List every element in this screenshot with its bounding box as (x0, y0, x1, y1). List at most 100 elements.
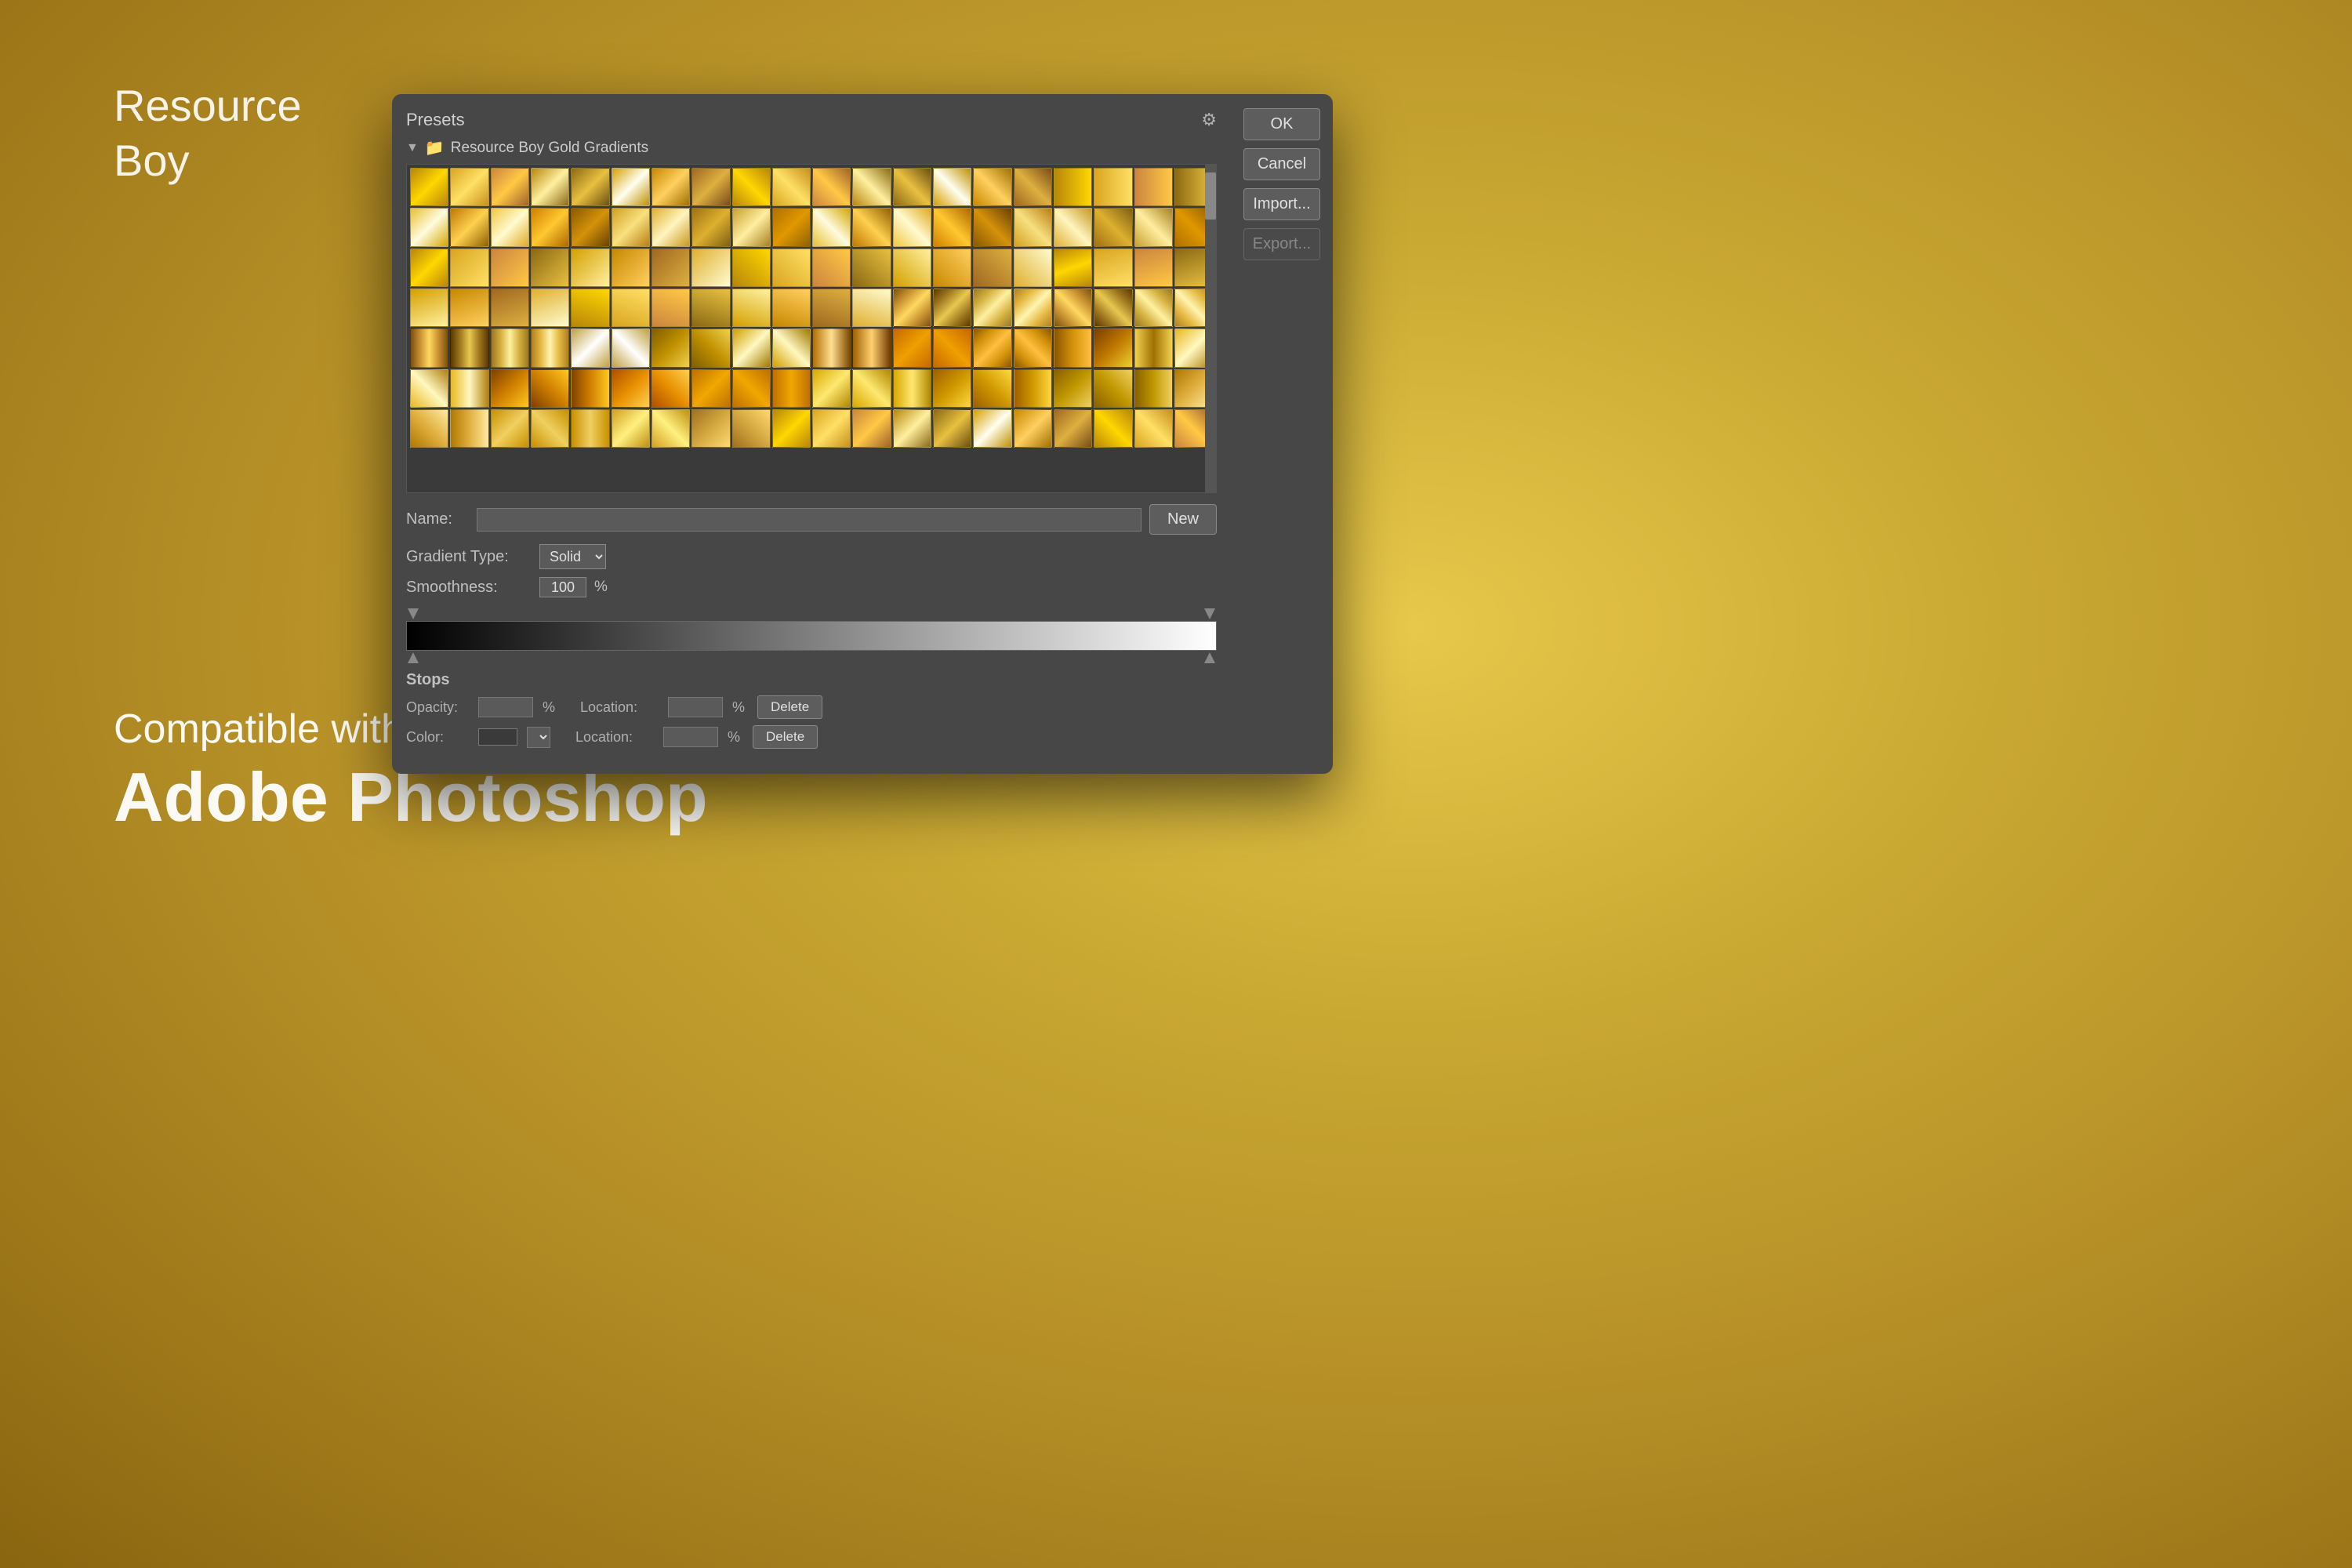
gradient-cell[interactable] (691, 369, 730, 408)
gradient-cell[interactable] (812, 249, 851, 287)
gradient-cell[interactable] (491, 249, 529, 287)
gradient-cell[interactable] (571, 369, 609, 408)
bottom-handle-left[interactable] (408, 652, 419, 663)
gradient-cell[interactable] (893, 168, 931, 206)
gradient-cell[interactable] (1094, 289, 1132, 327)
gradient-cell[interactable] (1134, 208, 1173, 246)
gradient-cell[interactable] (1014, 249, 1052, 287)
gradient-cell[interactable] (652, 208, 690, 246)
gradient-cell[interactable] (1054, 208, 1092, 246)
gradient-cell[interactable] (772, 249, 811, 287)
gradient-cell[interactable] (933, 168, 971, 206)
gradient-cell[interactable] (450, 168, 488, 206)
gradient-cell[interactable] (1094, 208, 1132, 246)
gradient-cell[interactable] (1134, 289, 1173, 327)
gradient-cell[interactable] (1054, 409, 1092, 448)
name-input[interactable] (477, 508, 1142, 532)
gradient-cell[interactable] (772, 369, 811, 408)
gradient-cell[interactable] (933, 289, 971, 327)
grid-scrollbar[interactable] (1205, 165, 1216, 492)
gradient-cell[interactable] (973, 249, 1011, 287)
gradient-cell[interactable] (571, 328, 609, 367)
gradient-cell[interactable] (691, 328, 730, 367)
gradient-cell[interactable] (1014, 409, 1052, 448)
gradient-cell[interactable] (450, 409, 488, 448)
gradient-cell[interactable] (410, 369, 448, 408)
opacity-input[interactable] (478, 697, 533, 717)
gradient-cell[interactable] (732, 289, 771, 327)
bottom-handle-right[interactable] (1204, 652, 1215, 663)
gradient-cell[interactable] (933, 369, 971, 408)
location-input-1[interactable] (668, 697, 723, 717)
gradient-cell[interactable] (1094, 249, 1132, 287)
color-swatch[interactable] (478, 728, 517, 746)
gradient-cell[interactable] (1054, 369, 1092, 408)
gradient-cell[interactable] (410, 249, 448, 287)
gradient-cell[interactable] (691, 409, 730, 448)
gradient-cell[interactable] (652, 409, 690, 448)
gradient-cell[interactable] (772, 328, 811, 367)
folder-row[interactable]: ▼ 📁 Resource Boy Gold Gradients (406, 138, 1217, 158)
smoothness-input[interactable] (539, 577, 586, 597)
gradient-cell[interactable] (1014, 289, 1052, 327)
gradient-cell[interactable] (732, 369, 771, 408)
gradient-cell[interactable] (612, 369, 650, 408)
gradient-cell[interactable] (1014, 208, 1052, 246)
gradient-cell[interactable] (732, 249, 771, 287)
gradient-cell[interactable] (973, 168, 1011, 206)
top-handle-right[interactable] (1204, 608, 1215, 619)
gradient-cell[interactable] (571, 249, 609, 287)
gradient-cell[interactable] (652, 369, 690, 408)
gradient-cell[interactable] (893, 409, 931, 448)
new-button[interactable]: New (1149, 504, 1217, 535)
gradient-cell[interactable] (772, 208, 811, 246)
gradient-cell[interactable] (612, 249, 650, 287)
gradient-cell[interactable] (410, 208, 448, 246)
gradient-cell[interactable] (691, 208, 730, 246)
gradient-cell[interactable] (1054, 328, 1092, 367)
gradient-cell[interactable] (571, 168, 609, 206)
gradient-cell[interactable] (450, 369, 488, 408)
gradient-cell[interactable] (812, 409, 851, 448)
gradient-cell[interactable] (612, 208, 650, 246)
gradient-cell[interactable] (531, 249, 569, 287)
gradient-cell[interactable] (732, 208, 771, 246)
gradient-cell[interactable] (531, 168, 569, 206)
gradient-cell[interactable] (1134, 369, 1173, 408)
import-button[interactable]: Import... (1243, 188, 1320, 220)
gradient-cell[interactable] (812, 208, 851, 246)
gradient-cell[interactable] (531, 409, 569, 448)
gradient-cell[interactable] (491, 208, 529, 246)
gradient-cell[interactable] (1134, 168, 1173, 206)
gradient-cell[interactable] (893, 369, 931, 408)
gradient-cell[interactable] (893, 208, 931, 246)
gradient-cell[interactable] (973, 409, 1011, 448)
gradient-cell[interactable] (450, 289, 488, 327)
gradient-cell[interactable] (973, 328, 1011, 367)
gradient-cell[interactable] (893, 289, 931, 327)
gradient-cell[interactable] (1094, 369, 1132, 408)
gradient-cell[interactable] (1134, 249, 1173, 287)
gradient-cell[interactable] (1134, 328, 1173, 367)
gradient-cell[interactable] (612, 289, 650, 327)
gradient-cell[interactable] (1054, 168, 1092, 206)
gradient-cell[interactable] (410, 409, 448, 448)
gradient-cell[interactable] (531, 208, 569, 246)
ok-button[interactable]: OK (1243, 108, 1320, 140)
gradient-cell[interactable] (732, 328, 771, 367)
gradient-cell[interactable] (571, 208, 609, 246)
gradient-cell[interactable] (691, 249, 730, 287)
gradient-cell[interactable] (491, 289, 529, 327)
top-handle-left[interactable] (408, 608, 419, 619)
gradient-cell[interactable] (491, 409, 529, 448)
gradient-cell[interactable] (1094, 409, 1132, 448)
gradient-cell[interactable] (1094, 168, 1132, 206)
gradient-preview-bar[interactable] (406, 621, 1217, 651)
gradient-cell[interactable] (531, 369, 569, 408)
gradient-cell[interactable] (491, 328, 529, 367)
gradient-cell[interactable] (1054, 289, 1092, 327)
gradient-cell[interactable] (450, 208, 488, 246)
gradient-cell[interactable] (973, 208, 1011, 246)
gradient-cell[interactable] (812, 328, 851, 367)
gradient-cell[interactable] (1094, 328, 1132, 367)
